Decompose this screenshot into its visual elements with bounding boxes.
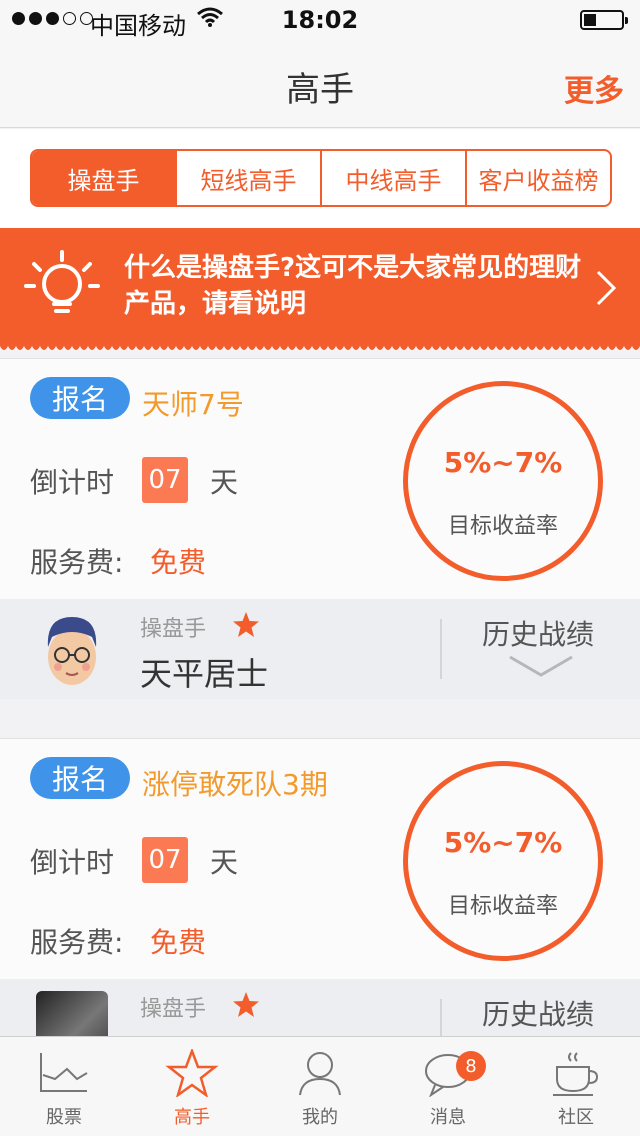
tabbar-label: 股票 bbox=[46, 1107, 82, 1128]
avatar bbox=[36, 991, 108, 1039]
target-rate-circle: 5%~7% 目标收益率 bbox=[403, 381, 603, 581]
fee-value: 免费 bbox=[150, 926, 207, 959]
chevron-right-icon bbox=[596, 270, 617, 306]
divider bbox=[440, 619, 442, 679]
trader-role: 操盘手 bbox=[140, 997, 207, 1022]
fee-value: 免费 bbox=[150, 546, 207, 579]
tab-short-term[interactable]: 短线高手 bbox=[175, 151, 320, 205]
countdown-label: 倒计时 bbox=[30, 846, 115, 879]
tabbar-community[interactable]: 社区 bbox=[512, 1037, 640, 1136]
chevron-down-icon[interactable] bbox=[508, 655, 574, 677]
divider bbox=[440, 999, 442, 1039]
info-banner[interactable]: 什么是操盘手?这可不是大家常见的理财产品，请看说明 bbox=[0, 228, 640, 346]
star-icon bbox=[233, 612, 259, 637]
trader-role: 操盘手 bbox=[140, 617, 207, 642]
avatar bbox=[36, 611, 108, 687]
product-name: 天师7号 bbox=[142, 388, 244, 421]
tab-mid-term[interactable]: 中线高手 bbox=[320, 151, 465, 205]
person-icon bbox=[299, 1052, 341, 1096]
tab-client-earnings[interactable]: 客户收益榜 bbox=[465, 151, 610, 205]
tab-traders[interactable]: 操盘手 bbox=[32, 151, 175, 205]
battery-icon bbox=[580, 10, 628, 30]
star-icon bbox=[165, 1049, 219, 1097]
more-button[interactable]: 更多 bbox=[564, 66, 624, 110]
trader-row[interactable]: 操盘手 涨停猎人 历史战绩 bbox=[0, 979, 640, 1039]
day-unit: 天 bbox=[210, 466, 239, 499]
lightbulb-icon bbox=[24, 250, 100, 313]
signup-badge[interactable]: 报名 bbox=[30, 377, 130, 419]
tabbar-mine[interactable]: 我的 bbox=[256, 1037, 384, 1136]
tabbar-messages[interactable]: 8 消息 bbox=[384, 1037, 512, 1136]
coffee-cup-icon bbox=[553, 1052, 599, 1096]
target-rate: 5%~7% bbox=[443, 826, 563, 859]
target-rate-circle: 5%~7% 目标收益率 bbox=[403, 761, 603, 961]
status-bar: 中国移动 18:02 bbox=[0, 0, 640, 40]
signup-badge[interactable]: 报名 bbox=[30, 757, 130, 799]
page-title: 高手 bbox=[286, 70, 354, 110]
product-card[interactable]: 报名 涨停敢死队3期 倒计时 07 天 服务费: 免费 5%~7% 目标收益率 … bbox=[0, 738, 640, 1039]
bottom-tab-bar: 股票 高手 我的 8 消息 社区 bbox=[0, 1036, 640, 1136]
history-button[interactable]: 历史战绩 bbox=[482, 613, 594, 653]
trader-row[interactable]: 操盘手 天平居士 历史战绩 bbox=[0, 599, 640, 699]
nav-bar: 高手 更多 bbox=[0, 40, 640, 128]
segmented-control: 操盘手 短线高手 中线高手 客户收益榜 bbox=[30, 149, 612, 207]
countdown-days: 07 bbox=[142, 837, 188, 883]
tabbar-experts[interactable]: 高手 bbox=[128, 1037, 256, 1136]
tabbar-label: 社区 bbox=[558, 1107, 594, 1128]
message-count-badge: 8 bbox=[456, 1051, 486, 1081]
tabbar-label: 消息 bbox=[430, 1107, 466, 1128]
target-rate-label: 目标收益率 bbox=[447, 514, 558, 539]
banner-zigzag-edge bbox=[0, 340, 640, 350]
countdown-label: 倒计时 bbox=[30, 466, 115, 499]
fee-label: 服务费: bbox=[30, 546, 124, 579]
product-card[interactable]: 报名 天师7号 倒计时 07 天 服务费: 免费 5%~7% 目标收益率 操盘手… bbox=[0, 358, 640, 699]
day-unit: 天 bbox=[210, 846, 239, 879]
trader-name: 天平居士 bbox=[140, 655, 269, 693]
chart-icon bbox=[40, 1053, 88, 1092]
segment-container: 操盘手 短线高手 中线高手 客户收益榜 bbox=[0, 129, 640, 228]
countdown-days: 07 bbox=[142, 457, 188, 503]
target-rate: 5%~7% bbox=[443, 446, 563, 479]
product-name: 涨停敢死队3期 bbox=[142, 768, 328, 801]
tabbar-stocks[interactable]: 股票 bbox=[0, 1037, 128, 1136]
clock: 18:02 bbox=[281, 6, 359, 34]
fee-label: 服务费: bbox=[30, 926, 124, 959]
target-rate-label: 目标收益率 bbox=[447, 894, 558, 919]
banner-text: 什么是操盘手?这可不是大家常见的理财产品，请看说明 bbox=[124, 253, 582, 319]
history-button[interactable]: 历史战绩 bbox=[482, 993, 594, 1033]
tabbar-label: 我的 bbox=[302, 1107, 338, 1128]
star-icon bbox=[233, 992, 259, 1017]
tabbar-label: 高手 bbox=[174, 1107, 210, 1128]
